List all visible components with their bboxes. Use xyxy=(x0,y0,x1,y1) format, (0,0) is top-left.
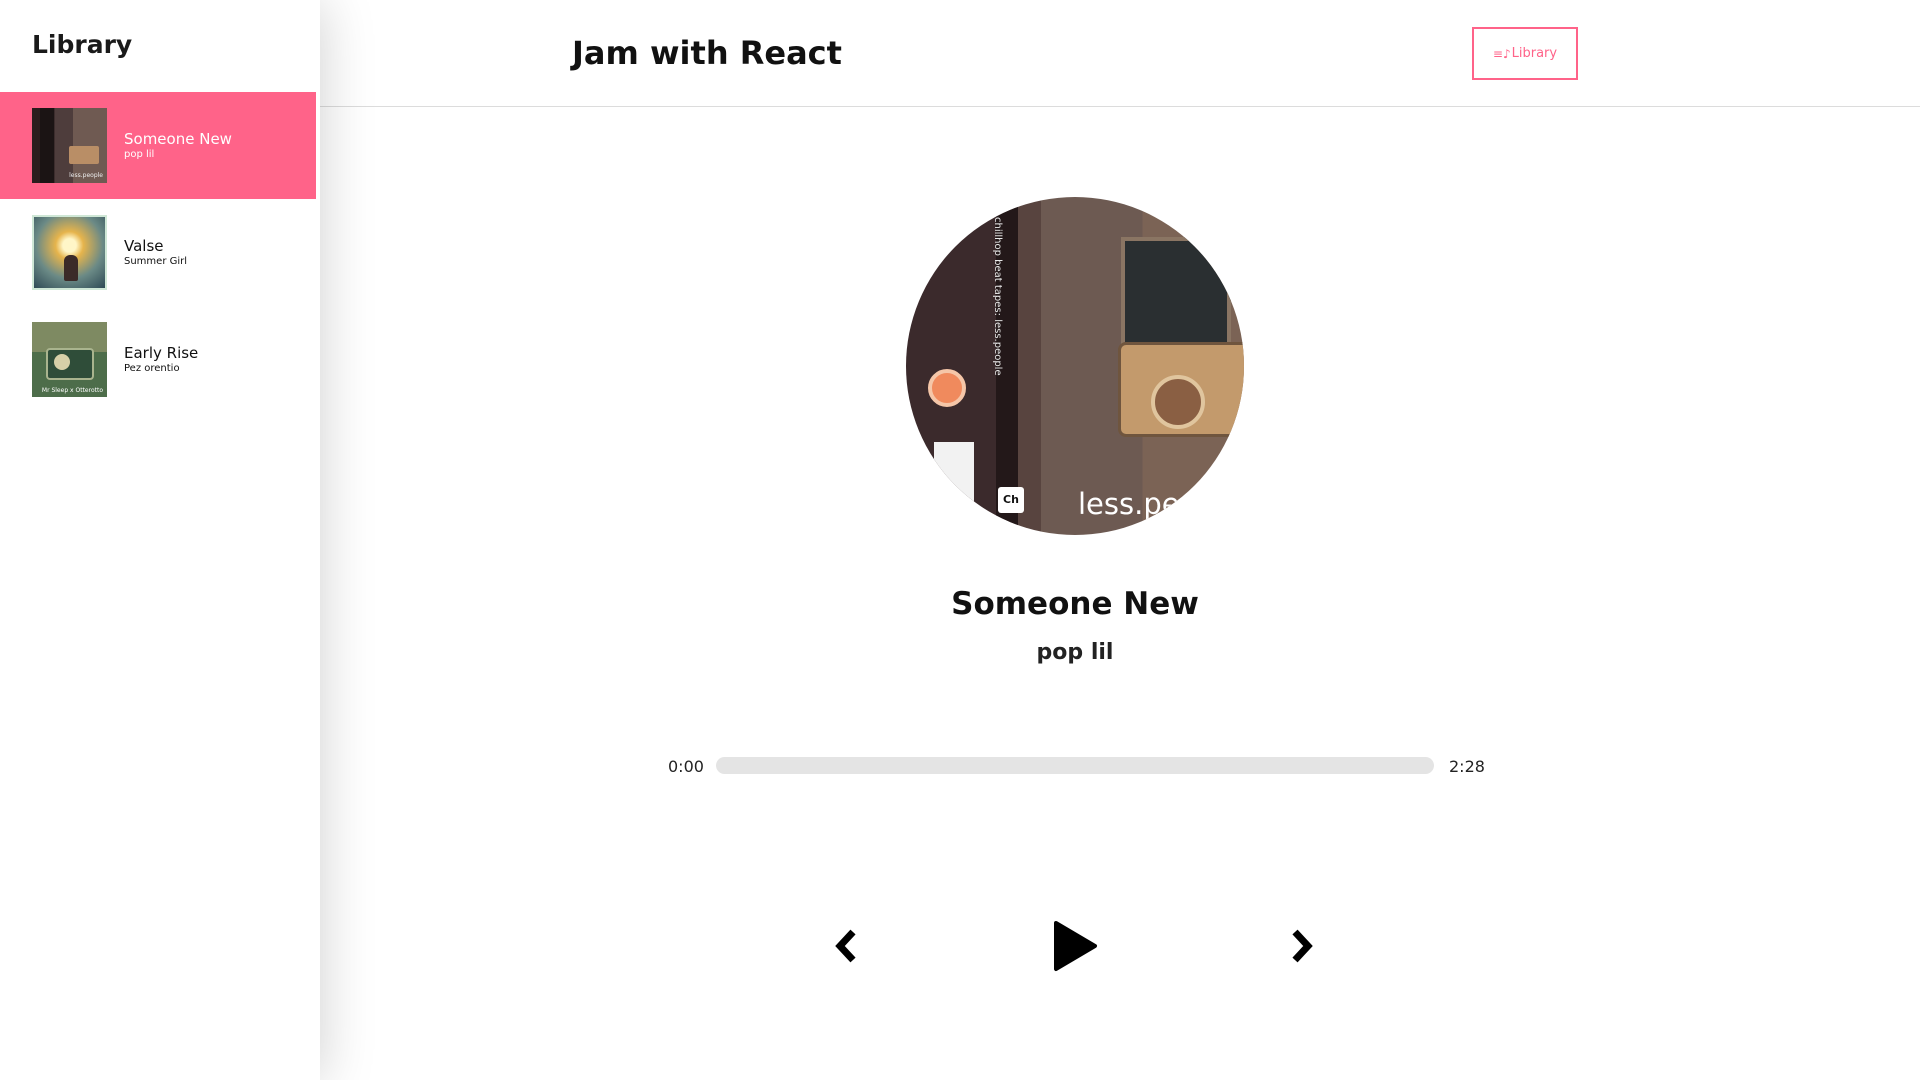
app-title: Jam with React xyxy=(572,34,842,72)
song-cover-image xyxy=(32,215,107,290)
app-header: Jam with React ≡♪ Library xyxy=(320,0,1920,107)
cover-text: Mr Sleep x Otterotto xyxy=(41,387,103,394)
song-name: Valse xyxy=(124,237,164,255)
progress-slider[interactable] xyxy=(716,757,1434,774)
album-art-vertical-text: chillhop beat tapes: less.people xyxy=(992,217,1003,376)
song-cover-image: Mr Sleep x Otterotto xyxy=(32,322,107,397)
library-title: Library xyxy=(32,30,133,59)
song-item-early-rise[interactable]: Mr Sleep x Otterotto Early Rise Pez oren… xyxy=(0,306,316,413)
previous-button[interactable] xyxy=(834,928,858,964)
next-button[interactable] xyxy=(1290,928,1314,964)
song-artist: pop lil xyxy=(124,149,155,160)
library-toggle-button[interactable]: ≡♪ Library xyxy=(1472,27,1578,80)
album-art: chillhop beat tapes: less.people Ch less… xyxy=(906,197,1244,535)
song-cover-image: less.people xyxy=(32,108,107,183)
library-sidebar: Library less.people Someone New pop lil … xyxy=(0,0,320,1080)
play-button[interactable] xyxy=(1052,920,1098,972)
chevron-left-icon xyxy=(835,929,856,963)
song-artist: Pez orentio xyxy=(124,363,180,374)
play-icon xyxy=(1054,921,1097,971)
album-art-text: less.pe xyxy=(1078,487,1180,521)
song-item-valse[interactable]: Valse Summer Girl xyxy=(0,199,316,306)
song-info: Someone New pop lil xyxy=(124,130,232,161)
library-button-label: Library xyxy=(1511,46,1558,61)
song-name: Early Rise xyxy=(124,344,199,362)
total-time: 2:28 xyxy=(1449,757,1485,776)
cover-text: less.people xyxy=(69,172,103,179)
chevron-right-icon xyxy=(1292,929,1313,963)
current-time: 0:00 xyxy=(668,757,704,776)
music-list-icon: ≡♪ xyxy=(1492,46,1511,61)
song-artist: Summer Girl xyxy=(124,256,188,267)
song-list: less.people Someone New pop lil Valse Su… xyxy=(0,92,316,413)
song-item-someone-new[interactable]: less.people Someone New pop lil xyxy=(0,92,316,199)
song-info: Valse Summer Girl xyxy=(124,237,187,268)
album-art-brand: Ch xyxy=(998,487,1024,513)
song-info: Early Rise Pez orentio xyxy=(124,344,198,375)
song-name: Someone New xyxy=(124,130,232,148)
